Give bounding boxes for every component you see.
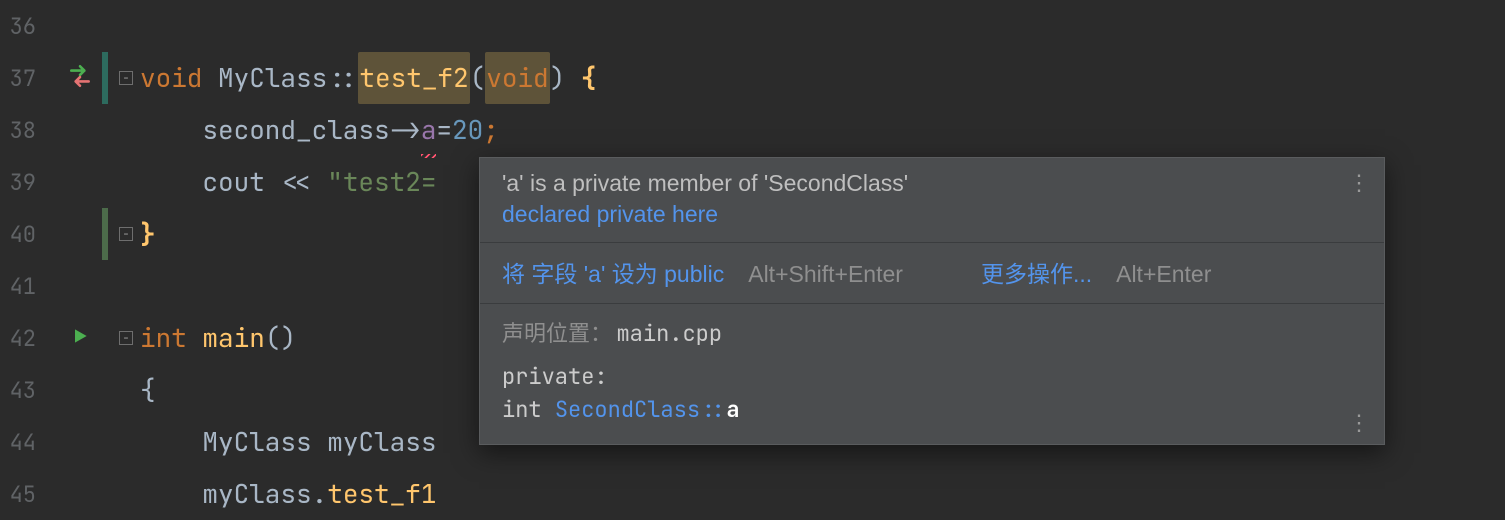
fold-end-icon[interactable]: − bbox=[119, 227, 133, 241]
run-gutter-icon[interactable] bbox=[70, 326, 90, 351]
declaration-section: ⋮ 声明位置： main.cpp private: int SecondClas… bbox=[480, 303, 1384, 444]
function-name: test_f1 bbox=[327, 468, 436, 520]
fold-column[interactable]: − bbox=[112, 331, 140, 345]
keyword: int bbox=[140, 312, 187, 364]
fold-collapse-icon[interactable]: − bbox=[119, 71, 133, 85]
variable: second_class bbox=[202, 104, 389, 156]
space bbox=[265, 156, 281, 208]
assign-op: = bbox=[436, 104, 452, 156]
gutter-icons[interactable] bbox=[48, 326, 112, 351]
indent bbox=[140, 416, 202, 468]
code-line[interactable]: 37 − void MyClass::test_f2(void) { bbox=[0, 52, 1505, 104]
quickfix-shortcut: Alt+Shift+Enter bbox=[748, 261, 903, 288]
identifier: cout bbox=[202, 156, 264, 208]
quickfix-section: 将 字段 'a' 设为 public Alt+Shift+Enter 更多操作.… bbox=[480, 242, 1384, 303]
change-marker bbox=[102, 208, 108, 260]
fold-collapse-icon[interactable]: − bbox=[119, 331, 133, 345]
indent bbox=[140, 156, 202, 208]
more-icon[interactable]: ⋮ bbox=[1348, 172, 1370, 194]
fold-column[interactable]: − bbox=[112, 71, 140, 85]
field-error[interactable]: a bbox=[421, 104, 437, 156]
code-line[interactable]: 38 second_class->a=20; bbox=[0, 104, 1505, 156]
line-number: 44 bbox=[0, 428, 48, 457]
paren: ) bbox=[280, 312, 296, 364]
number: 20 bbox=[452, 104, 483, 156]
line-number: 40 bbox=[0, 220, 48, 249]
more-actions-link[interactable]: 更多操作... bbox=[981, 255, 1092, 289]
variable: myClass bbox=[327, 416, 436, 468]
code-text[interactable]: second_class->a=20; bbox=[140, 104, 499, 156]
decl-label: 声明位置： bbox=[502, 321, 612, 346]
decl-type: int bbox=[502, 395, 542, 424]
paren: ( bbox=[265, 312, 281, 364]
code-line[interactable]: 36 bbox=[0, 0, 1505, 52]
dot-op: . bbox=[312, 468, 328, 520]
code-text[interactable]: { bbox=[140, 364, 156, 416]
semicolon: ; bbox=[483, 104, 499, 156]
paren: ) bbox=[550, 52, 566, 104]
class-name: MyClass bbox=[218, 52, 327, 104]
decl-file: main.cpp bbox=[616, 319, 722, 348]
brace: { bbox=[581, 52, 597, 104]
code-text[interactable]: myClass.test_f1 bbox=[140, 468, 436, 520]
line-number: 38 bbox=[0, 116, 48, 145]
keyword: void bbox=[140, 52, 202, 104]
decl-member: a bbox=[726, 395, 739, 424]
code-text[interactable]: } bbox=[140, 208, 156, 260]
operator: << bbox=[280, 156, 311, 208]
keyword: void bbox=[485, 52, 549, 104]
gutter-icons bbox=[48, 63, 112, 94]
indent bbox=[140, 468, 202, 520]
error-section: ⋮ 'a' is a private member of 'SecondClas… bbox=[480, 158, 1384, 242]
decl-class[interactable]: SecondClass bbox=[555, 395, 700, 424]
line-number: 41 bbox=[0, 272, 48, 301]
line-number: 42 bbox=[0, 324, 48, 353]
line-number: 45 bbox=[0, 480, 48, 509]
string: "test2= bbox=[327, 156, 436, 208]
line-number: 43 bbox=[0, 376, 48, 405]
code-text[interactable]: void MyClass::test_f2(void) { bbox=[140, 52, 596, 104]
code-text[interactable]: MyClass myClass bbox=[140, 416, 436, 468]
more-icon[interactable]: ⋮ bbox=[1348, 412, 1370, 434]
brace: } bbox=[140, 208, 156, 260]
recursive-call-icon bbox=[67, 63, 93, 94]
code-text[interactable]: cout << "test2= bbox=[140, 156, 436, 208]
indent bbox=[140, 104, 202, 156]
decl-access: private: bbox=[502, 362, 608, 391]
decl-scope: :: bbox=[700, 395, 726, 424]
code-line[interactable]: 45 myClass.test_f1 bbox=[0, 468, 1505, 520]
error-message: 'a' is a private member of 'SecondClass' bbox=[502, 170, 1362, 197]
error-link[interactable]: declared private here bbox=[502, 201, 1362, 228]
more-actions-shortcut: Alt+Enter bbox=[1116, 261, 1211, 288]
fold-column[interactable]: − bbox=[112, 227, 140, 241]
space bbox=[565, 52, 581, 104]
function-name: test_f2 bbox=[358, 52, 469, 104]
paren: ( bbox=[470, 52, 486, 104]
error-popup[interactable]: ⋮ 'a' is a private member of 'SecondClas… bbox=[479, 157, 1385, 445]
space bbox=[312, 156, 328, 208]
line-number: 39 bbox=[0, 168, 48, 197]
code-text[interactable]: int main() bbox=[140, 312, 296, 364]
arrow-op: -> bbox=[390, 104, 421, 156]
line-number: 36 bbox=[0, 12, 48, 41]
scope-op: :: bbox=[327, 52, 358, 104]
space bbox=[312, 416, 328, 468]
class-name: MyClass bbox=[202, 416, 311, 468]
line-number: 37 bbox=[0, 64, 48, 93]
function-name: main bbox=[202, 312, 264, 364]
variable: myClass bbox=[202, 468, 311, 520]
quickfix-action[interactable]: 将 字段 'a' 设为 public bbox=[502, 255, 724, 289]
brace: { bbox=[140, 364, 156, 416]
space bbox=[187, 312, 203, 364]
space bbox=[202, 52, 218, 104]
